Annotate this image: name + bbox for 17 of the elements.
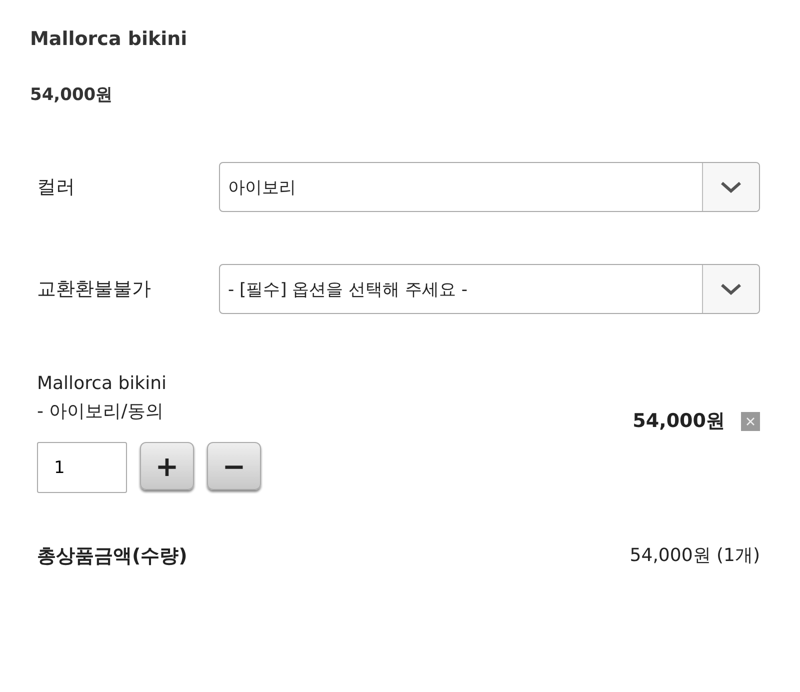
item-option: - 아이보리/동의	[37, 398, 261, 426]
option-label: 교환환불불가	[37, 277, 152, 302]
chevron-down-icon	[720, 181, 742, 193]
decrease-button[interactable]: −	[207, 442, 261, 490]
total-label: 총상품금액(수량)	[37, 544, 188, 569]
option-dropdown[interactable]: 아이보리	[219, 162, 760, 212]
product-price: 54,000원	[30, 84, 114, 106]
option-dropdown[interactable]: - [필수] 옵션을 선택해 주세요 -	[219, 264, 760, 314]
item-name: Mallorca bikini	[37, 372, 168, 396]
item-price: 54,000원	[632, 409, 725, 434]
chevron-down-icon	[720, 283, 742, 295]
increase-button[interactable]: +	[140, 442, 194, 490]
delete-icon[interactable]	[741, 412, 760, 430]
option-label: 컬러	[37, 175, 76, 200]
product-title: Mallorca bikini	[30, 28, 188, 50]
quantity-field[interactable]: 1	[37, 442, 127, 493]
total-value: 54,000원 (1개)	[630, 544, 760, 568]
